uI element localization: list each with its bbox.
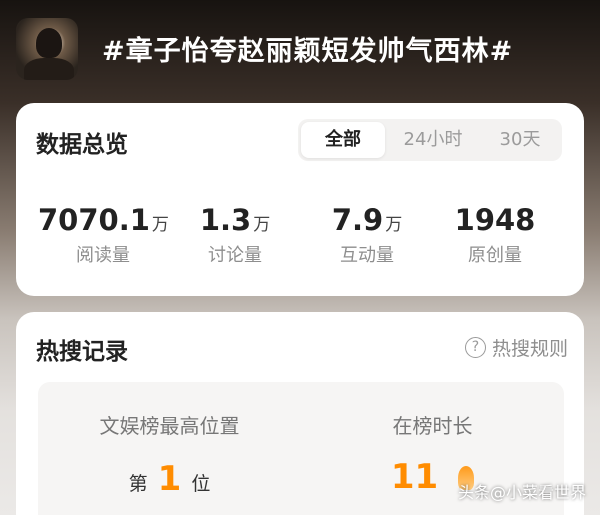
stat-original-label: 原创量 bbox=[468, 245, 522, 266]
tab-all[interactable]: 全部 bbox=[301, 122, 385, 158]
time-range-tabs: 全部 24小时 30天 bbox=[298, 119, 562, 161]
highest-position: 文娱榜最高位置 第 1 位 bbox=[38, 410, 301, 499]
data-overview-card: 数据总览 全部 24小时 30天 7070.1 万 阅读量 1.3 万 讨论量 7.… bbox=[16, 103, 584, 296]
overview-title: 数据总览 bbox=[36, 132, 128, 158]
question-icon: ? bbox=[464, 337, 486, 358]
rank-suffix: 位 bbox=[191, 473, 211, 495]
stat-discuss-unit: 万 bbox=[253, 215, 271, 235]
topic-header: #章子怡夸赵丽颖短发帅气西林# bbox=[0, 0, 600, 100]
stat-interact-unit: 万 bbox=[385, 215, 403, 235]
stat-read-value: 7070.1 bbox=[38, 203, 150, 237]
duration-value: 11 bbox=[390, 457, 439, 497]
rank-value: 1 bbox=[157, 459, 182, 499]
duration-caption: 在榜时长 bbox=[392, 414, 473, 438]
topic-title: #章子怡夸赵丽颖短发帅气西林# bbox=[102, 36, 514, 67]
stat-interact-value: 7.9 bbox=[331, 203, 384, 237]
thumbnail-person-body bbox=[24, 58, 74, 80]
stat-original: 1948 原创量 bbox=[430, 203, 560, 267]
rank-prefix: 第 bbox=[128, 473, 148, 495]
tab-24h[interactable]: 24小时 bbox=[388, 122, 478, 158]
stat-discuss-value: 1.3 bbox=[199, 203, 252, 237]
stat-read: 7070.1 万 阅读量 bbox=[38, 203, 169, 267]
topic-thumbnail[interactable] bbox=[16, 18, 78, 80]
hot-rules-link[interactable]: ? 热搜规则 bbox=[464, 334, 568, 361]
stat-interact-label: 互动量 bbox=[340, 245, 394, 266]
hot-record-title: 热搜记录 bbox=[36, 339, 128, 365]
highest-position-caption: 文娱榜最高位置 bbox=[99, 414, 240, 438]
stat-read-label: 阅读量 bbox=[76, 245, 130, 266]
watermark: 头条@小菜看世界 bbox=[457, 483, 586, 502]
tab-30d[interactable]: 30天 bbox=[481, 122, 559, 158]
hot-rules-label: 热搜规则 bbox=[491, 338, 568, 360]
thumbnail-person-head bbox=[36, 28, 62, 58]
stat-discuss: 1.3 万 讨论量 bbox=[170, 203, 300, 267]
stat-discuss-label: 讨论量 bbox=[208, 245, 262, 266]
stat-original-value: 1948 bbox=[454, 203, 536, 237]
stat-interact: 7.9 万 互动量 bbox=[302, 203, 432, 267]
stat-read-unit: 万 bbox=[151, 215, 169, 235]
